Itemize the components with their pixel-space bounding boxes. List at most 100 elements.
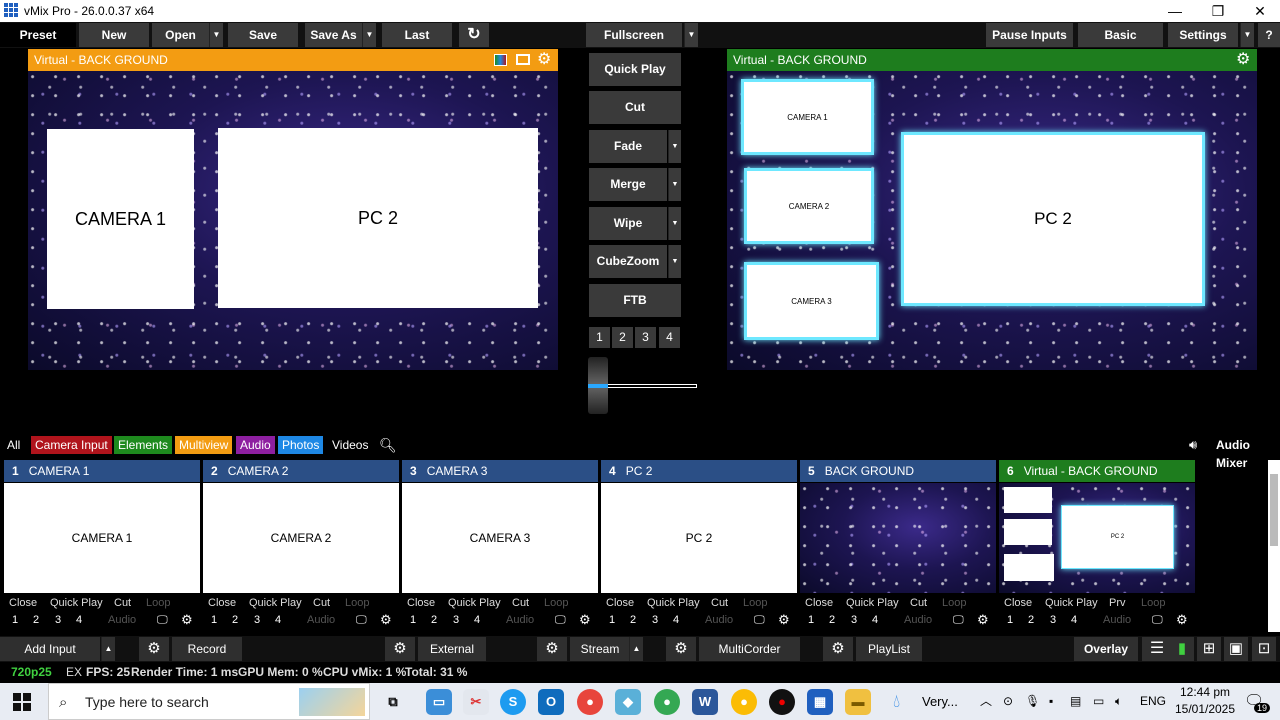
minimize-button[interactable]: — xyxy=(1153,0,1197,22)
overlay-3-button[interactable]: 3 xyxy=(652,614,658,626)
input-thumbnail[interactable]: PC 2 xyxy=(601,483,797,593)
filter-camera-input-tab[interactable]: Camera Input xyxy=(31,436,112,454)
record-settings-gear-icon[interactable]: ⚙ xyxy=(139,637,169,661)
external-settings-gear-icon[interactable]: ⚙ xyxy=(385,637,415,661)
input-tile-1[interactable]: 1 CAMERA 1 CAMERA 1 Close Quick Play Cut … xyxy=(4,460,200,632)
filter-audio-tab[interactable]: Audio xyxy=(236,436,275,454)
add-input-dropdown-icon[interactable]: ▲ xyxy=(101,637,115,661)
cut-button[interactable]: Cut xyxy=(313,597,330,609)
cut-button[interactable]: Cut xyxy=(114,597,131,609)
menu-icon[interactable]: ☰ xyxy=(1142,637,1172,661)
filter-photos-tab[interactable]: Photos xyxy=(278,436,324,454)
snapshot-icon[interactable]: ▣ xyxy=(1224,637,1248,661)
add-input-button[interactable]: Add Input xyxy=(0,637,100,661)
record-button[interactable]: Record xyxy=(172,637,242,661)
cut-button[interactable]: Cut xyxy=(910,597,927,609)
overlay-button[interactable]: Overlay xyxy=(1074,637,1138,661)
overlay-4-button[interactable]: 4 xyxy=(76,614,82,626)
cut-button[interactable]: Cut xyxy=(711,597,728,609)
filter-all-tab[interactable]: All xyxy=(3,436,24,454)
help-button[interactable]: ? xyxy=(1258,23,1280,47)
tray-chevron-icon[interactable]: ︿ xyxy=(980,683,992,720)
network-icon[interactable]: ▭ xyxy=(1093,683,1104,720)
audio-button[interactable]: Audio xyxy=(506,614,534,626)
input-settings-gear-icon[interactable]: ⚙ xyxy=(1176,612,1188,628)
audio-mixer-button[interactable]: Audio Mixer xyxy=(1212,436,1280,470)
input-thumbnail[interactable] xyxy=(800,483,996,593)
quick-play-button[interactable]: Quick Play xyxy=(448,597,501,609)
save-as-button[interactable]: Save As xyxy=(305,23,362,47)
monitor-icon[interactable]: 🖵︎ xyxy=(754,614,765,627)
overlay-4-button[interactable]: 4 xyxy=(872,614,878,626)
monitor-icon[interactable]: 🖵︎ xyxy=(953,614,964,627)
quick-play-button[interactable]: Quick Play xyxy=(50,597,103,609)
input-tile-4[interactable]: 4 PC 2 PC 2 Close Quick Play Cut Loop 1 2… xyxy=(601,460,797,632)
open-dropdown-icon[interactable]: ▼ xyxy=(209,23,223,47)
multicorder-button[interactable]: MultiCorder xyxy=(699,637,800,661)
tray-app-icon[interactable]: ⊙ xyxy=(1003,683,1013,720)
inputs-scrollbar[interactable] xyxy=(1268,460,1280,632)
monitor-icon[interactable]: 🖵︎ xyxy=(1152,614,1163,627)
snipping-tool-icon[interactable]: ✂ xyxy=(463,689,489,715)
taskbar-search-input[interactable]: ⌕ Type here to search xyxy=(48,683,370,720)
filter-videos-tab[interactable]: Videos xyxy=(328,436,372,454)
cut-button[interactable]: Cut xyxy=(589,91,681,124)
lock-icon[interactable]: ⊡ xyxy=(1252,637,1276,661)
input-settings-gear-icon[interactable]: ⚙ xyxy=(778,612,790,628)
fullscreen-button[interactable]: Fullscreen xyxy=(586,23,682,47)
preset-button[interactable]: Preset xyxy=(0,23,76,47)
input-tile-6[interactable]: 6 Virtual - BACK GROUND PC 2 Close Quick … xyxy=(999,460,1195,632)
app-icon[interactable]: ◆ xyxy=(615,689,641,715)
camera-icon[interactable]: ▪ xyxy=(1049,683,1053,720)
open-button[interactable]: Open xyxy=(152,23,209,47)
loop-button[interactable]: Loop xyxy=(345,597,369,609)
volume-icon[interactable]: 🔈︎ xyxy=(1115,683,1122,720)
audio-button[interactable]: Audio xyxy=(1103,614,1131,626)
weather-icon[interactable]: 💧︎ xyxy=(893,683,900,720)
loop-button[interactable]: Loop xyxy=(544,597,568,609)
input-tile-header[interactable]: 4 PC 2 xyxy=(601,460,797,482)
basic-button[interactable]: Basic xyxy=(1078,23,1163,47)
close-button[interactable]: Close xyxy=(1004,597,1032,609)
chrome-alt-icon[interactable]: ● xyxy=(731,689,757,715)
wipe-dropdown-icon[interactable]: ▼ xyxy=(668,207,681,240)
quick-play-button[interactable]: Quick Play xyxy=(249,597,302,609)
overlay-2-button[interactable]: 2 xyxy=(33,614,39,626)
tray-display-icon[interactable]: ▤ xyxy=(1070,683,1081,720)
input-tile-header[interactable]: 2 CAMERA 2 xyxy=(203,460,399,482)
filter-multiview-tab[interactable]: Multiview xyxy=(175,436,233,454)
language-indicator[interactable]: ENG xyxy=(1140,683,1166,720)
folder-icon[interactable]: ▬ xyxy=(845,689,871,715)
multicorder-settings-gear-icon[interactable]: ⚙ xyxy=(666,637,696,661)
microphone-icon[interactable]: 🎙︎ xyxy=(1025,683,1040,720)
outlook-icon[interactable]: O xyxy=(538,689,564,715)
overlay-2-button[interactable]: 2 xyxy=(630,614,636,626)
fullscreen-dropdown-icon[interactable]: ▼ xyxy=(684,23,698,47)
overlay-3-button[interactable]: 3 xyxy=(254,614,260,626)
overlay-3-button[interactable]: 3 xyxy=(851,614,857,626)
overlay-4-button[interactable]: 4 xyxy=(673,614,679,626)
input-settings-gear-icon[interactable]: ⚙ xyxy=(977,612,989,628)
loop-button[interactable]: Loop xyxy=(743,597,767,609)
settings-button[interactable]: Settings xyxy=(1168,23,1238,47)
overlay-1-button[interactable]: 1 xyxy=(12,614,18,626)
overlay-1-button[interactable]: 1 xyxy=(1007,614,1013,626)
skype-icon[interactable]: S xyxy=(500,689,526,715)
overlay-1-button[interactable]: 1 xyxy=(808,614,814,626)
fade-dropdown-icon[interactable]: ▼ xyxy=(668,130,681,163)
file-explorer-icon[interactable]: ▭ xyxy=(426,689,452,715)
record-app-icon[interactable]: ● xyxy=(769,689,795,715)
speaker-icon[interactable]: 🔊︎ xyxy=(1185,436,1201,454)
notifications-icon[interactable]: 🗨︎ xyxy=(1244,683,1264,720)
input-tile-header[interactable]: 6 Virtual - BACK GROUND xyxy=(999,460,1195,482)
monitor-icon[interactable]: 🖵︎ xyxy=(555,614,566,627)
audio-button[interactable]: Audio xyxy=(108,614,136,626)
vmix-taskbar-icon[interactable]: ▦ xyxy=(807,689,833,715)
weather-text[interactable]: Very... xyxy=(922,683,958,720)
chrome-icon[interactable]: ● xyxy=(577,689,603,715)
filter-elements-tab[interactable]: Elements xyxy=(114,436,173,454)
quick-play-button[interactable]: Quick Play xyxy=(1045,597,1098,609)
input-thumbnail[interactable]: PC 2 xyxy=(999,483,1195,593)
overlay-3-button[interactable]: 3 xyxy=(1050,614,1056,626)
quick-play-button[interactable]: Quick Play xyxy=(589,53,681,86)
